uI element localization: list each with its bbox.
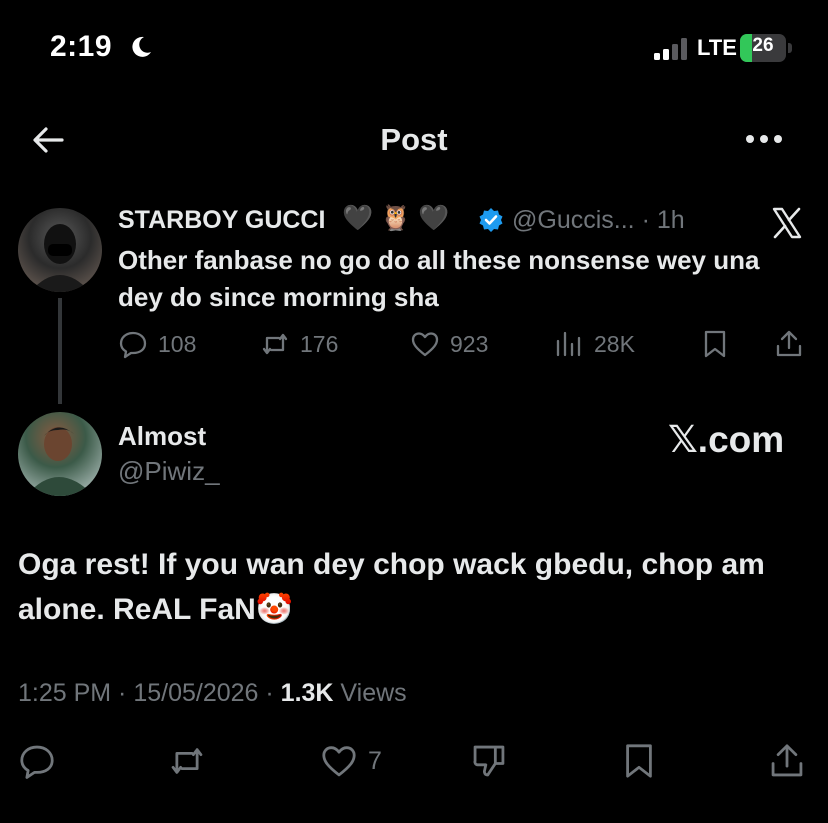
share-button[interactable]: [774, 328, 804, 360]
share-icon: [771, 744, 803, 777]
battery-percent: 26: [752, 35, 774, 56]
author-name[interactable]: Almost: [118, 421, 206, 452]
repost-icon: [171, 748, 203, 774]
post-metadata: 1:25 PM · 15/05/2026 · 1.3K Views: [18, 679, 407, 708]
battery-icon: 26: [740, 34, 792, 62]
like-button[interactable]: 923: [410, 328, 488, 360]
repost-button[interactable]: [168, 740, 206, 782]
repost-button[interactable]: 176: [260, 328, 338, 360]
avatar[interactable]: [18, 412, 102, 496]
avatar[interactable]: [18, 208, 102, 292]
share-button[interactable]: [768, 740, 806, 782]
network-type: LTE: [697, 35, 737, 60]
author-name-emojis: 🖤 🦉 🖤: [342, 204, 450, 232]
like-button[interactable]: 7: [320, 740, 382, 782]
heart-icon: [322, 746, 356, 777]
reply-button[interactable]: [18, 740, 56, 782]
x-logo-icon[interactable]: [770, 206, 804, 240]
post-text: Oga rest! If you wan dey chop wack gbedu…: [18, 548, 765, 626]
downvote-icon: [473, 745, 505, 777]
verified-badge-icon: [479, 208, 503, 232]
views-button[interactable]: 28K: [554, 328, 635, 360]
reply-button[interactable]: 108: [118, 328, 196, 360]
x-com-watermark: 𝕏.com: [668, 419, 785, 460]
bookmark-button[interactable]: [700, 328, 730, 360]
do-not-disturb-moon-icon: [132, 36, 151, 57]
bookmark-button[interactable]: [620, 740, 658, 782]
reply-count: 108: [158, 330, 197, 357]
like-count: 7: [368, 746, 382, 775]
heart-icon: [411, 332, 439, 357]
views-chart-icon: [556, 331, 581, 357]
author-name[interactable]: STARBOY GUCCI: [118, 206, 325, 235]
thread-line: [58, 298, 62, 404]
post-timestamp: 1:25 PM · 15/05/2026 ·: [18, 679, 281, 707]
downvote-button[interactable]: [470, 740, 508, 782]
bookmark-icon: [704, 330, 726, 358]
post-views-label: Views: [333, 679, 407, 707]
bookmark-icon: [626, 744, 652, 778]
share-icon: [776, 330, 802, 357]
views-count: 28K: [594, 330, 635, 357]
like-count: 923: [450, 330, 489, 357]
cellular-signal-icon: [654, 38, 687, 60]
post-views-count: 1.3K: [280, 679, 334, 707]
reply-icon: [20, 745, 54, 779]
repost-count: 176: [300, 330, 339, 357]
reply-icon: [119, 331, 147, 359]
handle-and-time: @Guccis... · 1h: [512, 206, 685, 234]
author-handle[interactable]: @Piwiz_: [118, 456, 220, 487]
more-options-icon[interactable]: [744, 132, 784, 146]
repost-icon: [262, 333, 288, 355]
status-time: 2:19: [50, 30, 113, 63]
post-text: Other fanbase no go do all these nonsens…: [118, 245, 760, 312]
page-title: Post: [380, 122, 448, 157]
